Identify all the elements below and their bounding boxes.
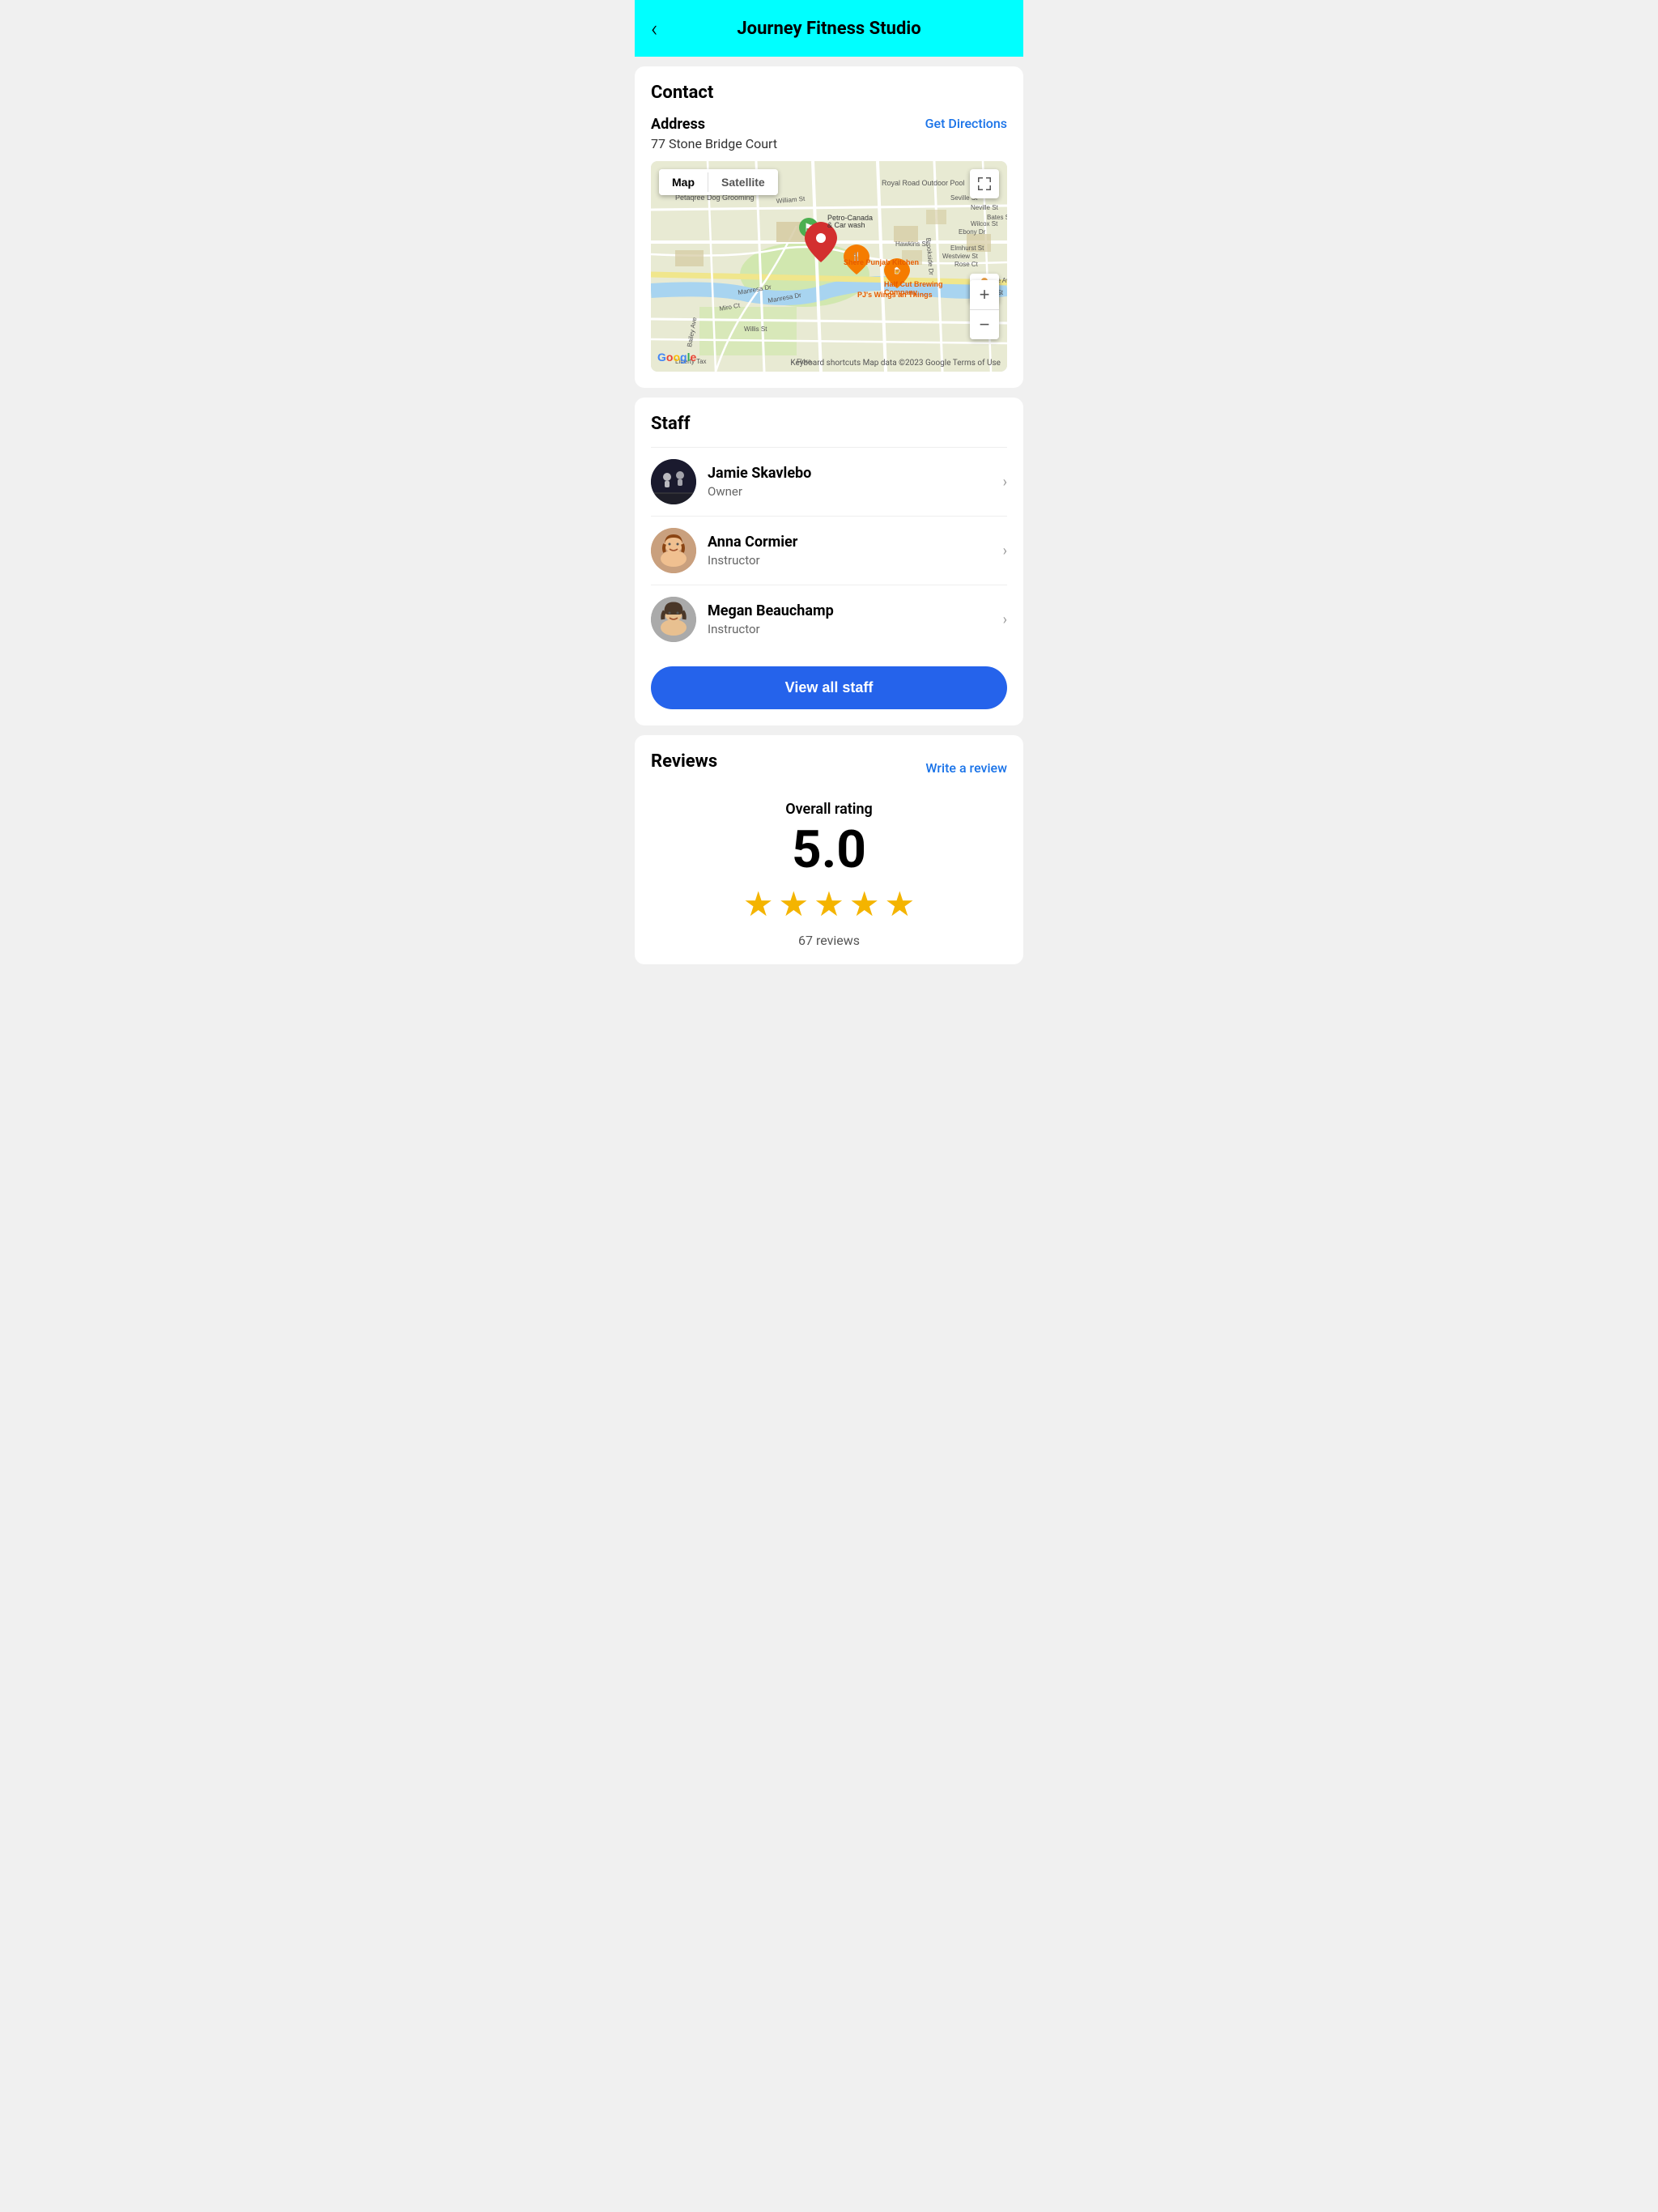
- zoom-in-button[interactable]: +: [970, 280, 999, 309]
- svg-text:Company: Company: [884, 288, 917, 296]
- staff-info-megan: Megan Beauchamp Instructor: [708, 602, 1003, 636]
- star-3: ★: [814, 884, 844, 925]
- svg-text:Elmhurst St: Elmhurst St: [950, 245, 984, 252]
- map-container[interactable]: ⚑ P 🍴 🍺 Petro-Canada & Car wash Shere Pu…: [651, 161, 1007, 372]
- svg-text:Wilcox St: Wilcox St: [971, 220, 998, 228]
- chevron-icon-anna: ›: [1003, 542, 1007, 559]
- view-all-staff-button[interactable]: View all staff: [651, 666, 1007, 709]
- contact-section: Contact Address 77 Stone Bridge Court Ge…: [635, 66, 1023, 388]
- staff-role-jamie: Owner: [708, 484, 1003, 499]
- star-4: ★: [849, 884, 880, 925]
- staff-role-anna: Instructor: [708, 553, 1003, 568]
- page-title: Journey Fitness Studio: [651, 19, 1007, 39]
- reviews-header: Reviews Write a review: [651, 751, 1007, 785]
- svg-text:🍺: 🍺: [893, 266, 901, 274]
- get-directions-link[interactable]: Get Directions: [925, 116, 1007, 131]
- reviews-section-title: Reviews: [651, 751, 717, 772]
- staff-item-jamie[interactable]: Jamie Skavlebo Owner ›: [651, 447, 1007, 516]
- header: ‹ Journey Fitness Studio: [635, 0, 1023, 57]
- star-2: ★: [779, 884, 810, 925]
- staff-info-jamie: Jamie Skavlebo Owner: [708, 465, 1003, 499]
- zoom-out-button[interactable]: −: [970, 310, 999, 339]
- map-expand-button[interactable]: [970, 169, 999, 198]
- svg-text:Royal Road Outdoor Pool: Royal Road Outdoor Pool: [882, 179, 965, 187]
- overall-rating-label: Overall rating: [651, 801, 1007, 818]
- staff-name-jamie: Jamie Skavlebo: [708, 465, 1003, 482]
- staff-info-anna: Anna Cormier Instructor: [708, 534, 1003, 568]
- staff-avatar-jamie: [651, 459, 696, 504]
- staff-section-title: Staff: [651, 414, 1007, 434]
- staff-avatar-megan: [651, 597, 696, 642]
- staff-item-megan[interactable]: Megan Beauchamp Instructor ›: [651, 585, 1007, 653]
- staff-name-megan: Megan Beauchamp: [708, 602, 1003, 619]
- address-value: 77 Stone Bridge Court: [651, 136, 777, 151]
- review-count: 67 reviews: [651, 933, 1007, 948]
- back-button[interactable]: ‹: [651, 15, 657, 42]
- map-tab-map[interactable]: Map: [659, 169, 708, 195]
- staff-name-anna: Anna Cormier: [708, 534, 1003, 551]
- chevron-icon-megan: ›: [1003, 611, 1007, 628]
- staff-role-megan: Instructor: [708, 622, 1003, 636]
- google-logo: Google: [657, 350, 699, 368]
- svg-text:Hawkins St: Hawkins St: [895, 240, 929, 248]
- contact-section-title: Contact: [651, 83, 1007, 103]
- svg-text:& Car wash: & Car wash: [827, 221, 865, 229]
- write-review-link[interactable]: Write a review: [925, 760, 1007, 776]
- chevron-icon-jamie: ›: [1003, 474, 1007, 491]
- staff-item-anna[interactable]: Anna Cormier Instructor ›: [651, 516, 1007, 585]
- address-row: Address 77 Stone Bridge Court Get Direct…: [651, 116, 1007, 151]
- svg-text:Ebony Dr: Ebony Dr: [959, 228, 986, 236]
- reviews-section: Reviews Write a review Overall rating 5.…: [635, 735, 1023, 964]
- map-footer-text: Keyboard shortcuts Map data ©2023 Google…: [790, 359, 1001, 368]
- svg-text:Neville St: Neville St: [971, 204, 999, 211]
- svg-text:Willis St: Willis St: [744, 325, 767, 333]
- star-5: ★: [884, 884, 915, 925]
- svg-text:Westview St: Westview St: [942, 253, 979, 260]
- address-label: Address: [651, 116, 777, 133]
- svg-text:Half Cut Brewing: Half Cut Brewing: [884, 280, 943, 288]
- staff-avatar-anna: [651, 528, 696, 573]
- map-zoom-controls: + −: [970, 280, 999, 339]
- staff-section: Staff Jamie Skavlebo Owner ›: [635, 398, 1023, 725]
- map-tabs: Map Satellite: [659, 169, 778, 195]
- svg-text:Google: Google: [657, 351, 696, 364]
- stars-row: ★ ★ ★ ★ ★: [651, 884, 1007, 925]
- map-tab-satellite[interactable]: Satellite: [708, 169, 778, 195]
- svg-text:Rose Ct: Rose Ct: [954, 261, 979, 268]
- star-1: ★: [743, 884, 774, 925]
- rating-number: 5.0: [651, 824, 1007, 876]
- svg-text:Shere Punjab Kitchen: Shere Punjab Kitchen: [844, 258, 919, 266]
